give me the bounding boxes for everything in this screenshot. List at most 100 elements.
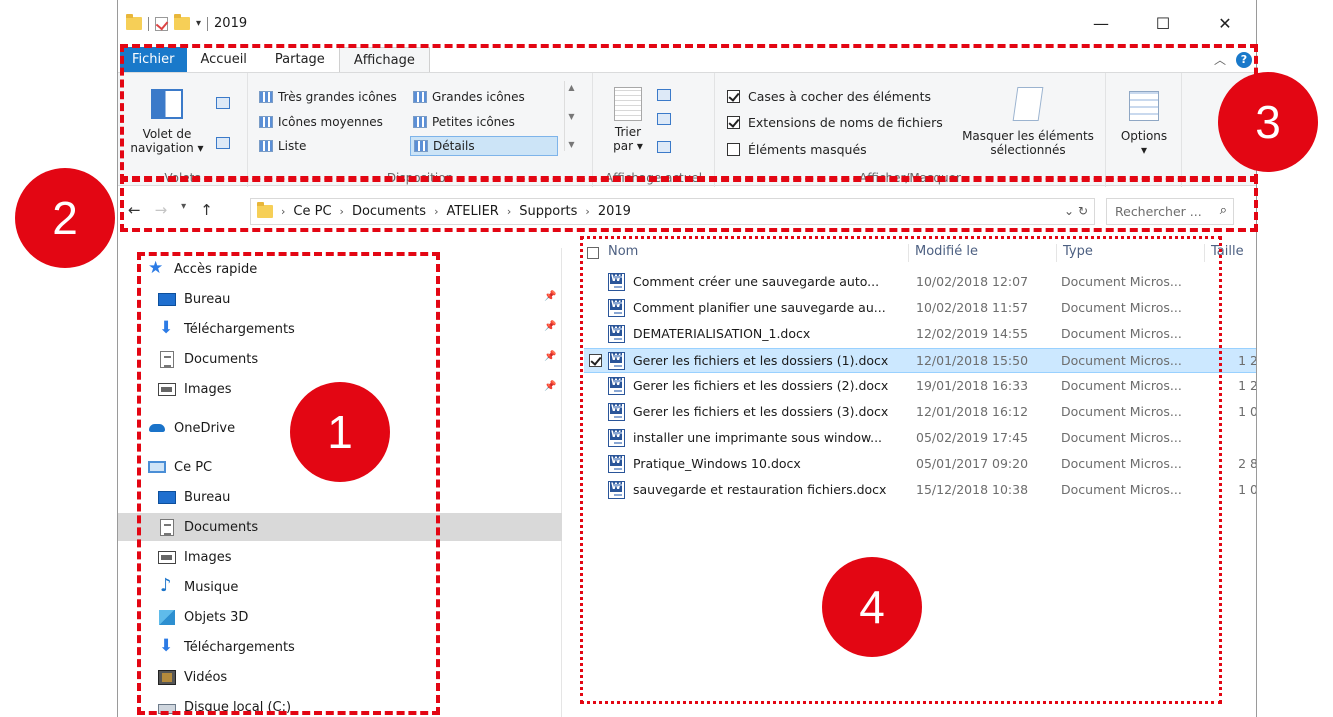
file-modified: 19/01/2018 16:33 bbox=[916, 378, 1029, 393]
breadcrumb-separator[interactable]: › bbox=[340, 205, 344, 218]
refresh-icon[interactable]: ↻ bbox=[1078, 204, 1088, 218]
tab-accueil[interactable]: Accueil bbox=[187, 47, 261, 72]
forward-arrow-icon[interactable]: → bbox=[155, 201, 168, 219]
nav-item[interactable]: Documents 📌 bbox=[118, 345, 562, 373]
recent-locations-icon[interactable]: ▾ bbox=[181, 201, 186, 219]
up-arrow-icon[interactable]: ↑ bbox=[200, 201, 213, 219]
file-extensions-toggle[interactable]: Extensions de noms de fichiers bbox=[727, 115, 943, 130]
nav-item[interactable]: Disque local (C:) bbox=[118, 693, 562, 717]
file-name: Gerer les fichiers et les dossiers (3).d… bbox=[633, 404, 889, 419]
search-input[interactable]: Rechercher ... ⌕ bbox=[1106, 198, 1234, 225]
chevron-down-icon[interactable]: ⌄ bbox=[1064, 204, 1074, 218]
group-by-icon[interactable] bbox=[657, 89, 671, 101]
table-row[interactable]: Gerer les fichiers et les dossiers (1).d… bbox=[584, 348, 1256, 373]
nav-item[interactable]: Vidéos bbox=[118, 663, 562, 691]
checkbox-unchecked[interactable] bbox=[727, 143, 740, 156]
nav-item[interactable]: Images bbox=[118, 543, 562, 571]
table-row[interactable]: sauvegarde et restauration fichiers.docx… bbox=[584, 478, 1257, 503]
table-row[interactable]: Gerer les fichiers et les dossiers (2).d… bbox=[584, 374, 1256, 399]
word-document-icon bbox=[608, 299, 625, 317]
file-name: Gerer les fichiers et les dossiers (1).d… bbox=[633, 353, 889, 368]
layout-gallery-scroll[interactable]: ▲ ▼ ▼ bbox=[564, 81, 578, 151]
breadcrumb-separator[interactable]: › bbox=[434, 205, 438, 218]
navigation-pane-button[interactable]: Volet de navigation ▾ bbox=[126, 89, 208, 155]
checkbox-label: Cases à cocher des éléments bbox=[748, 89, 931, 104]
preview-pane-icon[interactable] bbox=[216, 97, 230, 109]
properties-icon[interactable] bbox=[155, 16, 168, 31]
file-type: Document Micros... bbox=[1061, 482, 1182, 497]
breadcrumb-ce-pc[interactable]: Ce PC bbox=[293, 204, 331, 219]
nav-item[interactable]: Musique bbox=[118, 573, 562, 601]
table-row[interactable]: DEMATERIALISATION_1.docx 12/02/2019 14:55… bbox=[584, 322, 1256, 347]
chevron-down-icon[interactable]: ▼ bbox=[568, 112, 574, 121]
tab-partage[interactable]: Partage bbox=[261, 47, 339, 72]
size-columns-icon[interactable] bbox=[657, 141, 671, 153]
row-checkbox[interactable] bbox=[589, 354, 602, 367]
breadcrumb-separator[interactable]: › bbox=[585, 205, 589, 218]
download-icon bbox=[158, 318, 176, 338]
breadcrumb-atelier[interactable]: ATELIER bbox=[446, 204, 498, 219]
tab-affichage[interactable]: Affichage bbox=[338, 47, 430, 72]
file-size: 1 0 bbox=[1238, 482, 1257, 497]
column-header-modified[interactable]: Modifié le bbox=[908, 244, 1056, 262]
nav-item-label: Accès rapide bbox=[174, 261, 258, 277]
breadcrumb-supports[interactable]: Supports bbox=[519, 204, 577, 219]
hide-selected-items-button[interactable]: Masquer les éléments sélectionnés bbox=[955, 87, 1101, 157]
pin-icon[interactable]: 📌 bbox=[544, 351, 556, 362]
minimize-button[interactable]: — bbox=[1070, 8, 1132, 38]
tab-fichier[interactable]: Fichier bbox=[120, 47, 187, 72]
window-controls: — ☐ ✕ bbox=[1070, 8, 1256, 38]
column-header-size[interactable]: Taille bbox=[1204, 244, 1256, 262]
address-bar[interactable]: › Ce PC › Documents › ATELIER › Supports… bbox=[250, 198, 1095, 225]
nav-item[interactable]: Bureau 📌 bbox=[118, 285, 562, 313]
nav-item[interactable]: Objets 3D bbox=[118, 603, 562, 631]
pin-icon[interactable]: 📌 bbox=[544, 381, 556, 392]
details-pane-icon[interactable] bbox=[216, 137, 230, 149]
breadcrumb-separator[interactable]: › bbox=[281, 205, 285, 218]
nav-item[interactable]: Accès rapide bbox=[118, 255, 562, 283]
new-folder-icon[interactable] bbox=[174, 14, 190, 30]
select-all-checkbox[interactable] bbox=[587, 247, 599, 259]
file-name: Pratique_Windows 10.docx bbox=[633, 456, 801, 471]
pin-icon[interactable]: 📌 bbox=[544, 321, 556, 332]
back-arrow-icon[interactable]: ← bbox=[128, 201, 141, 219]
nav-item[interactable]: Téléchargements 📌 bbox=[118, 315, 562, 343]
customize-toolbar-icon[interactable]: ▾ bbox=[196, 18, 201, 29]
layout-large-icons[interactable]: Grandes icônes bbox=[410, 87, 528, 107]
search-icon[interactable]: ⌕ bbox=[1220, 203, 1227, 218]
nav-item[interactable]: Bureau bbox=[118, 483, 562, 511]
layout-small-icons[interactable]: Petites icônes bbox=[410, 112, 518, 132]
table-row[interactable]: installer une imprimante sous window... 0… bbox=[584, 426, 1256, 451]
maximize-button[interactable]: ☐ bbox=[1132, 8, 1194, 38]
close-button[interactable]: ✕ bbox=[1194, 8, 1256, 38]
group-label-afficher-masquer: Afficher/Masquer bbox=[859, 171, 961, 185]
pin-icon[interactable]: 📌 bbox=[544, 291, 556, 302]
table-row[interactable]: Comment planifier une sauvegarde au... 10… bbox=[584, 296, 1256, 321]
sort-by-button[interactable]: Trier par ▾ bbox=[607, 87, 649, 153]
minimize-ribbon-icon[interactable]: ︿ bbox=[1214, 51, 1226, 68]
hidden-items-toggle[interactable]: Éléments masqués bbox=[727, 142, 867, 157]
layout-list[interactable]: Liste bbox=[256, 136, 309, 156]
nav-item[interactable]: Téléchargements bbox=[118, 633, 562, 661]
table-row[interactable]: Gerer les fichiers et les dossiers (3).d… bbox=[584, 400, 1256, 425]
table-row[interactable]: Pratique_Windows 10.docx 05/01/2017 09:20… bbox=[584, 452, 1256, 477]
breadcrumb-documents[interactable]: Documents bbox=[352, 204, 426, 219]
help-icon[interactable]: ? bbox=[1236, 51, 1252, 68]
layout-extra-large-icons[interactable]: Très grandes icônes bbox=[256, 87, 400, 107]
checkbox-checked[interactable] bbox=[727, 116, 740, 129]
column-header-type[interactable]: Type bbox=[1056, 244, 1204, 262]
expand-gallery-icon[interactable]: ▼ bbox=[568, 140, 574, 149]
checkbox-checked[interactable] bbox=[727, 90, 740, 103]
layout-details[interactable]: Détails bbox=[410, 136, 558, 156]
column-header-name[interactable]: Nom bbox=[602, 244, 902, 262]
options-button[interactable]: Options ▾ bbox=[1114, 91, 1174, 157]
item-checkboxes-toggle[interactable]: Cases à cocher des éléments bbox=[727, 89, 931, 104]
file-modified: 12/01/2018 15:50 bbox=[916, 353, 1029, 368]
layout-medium-icons[interactable]: Icônes moyennes bbox=[256, 112, 386, 132]
breadcrumb-separator[interactable]: › bbox=[507, 205, 511, 218]
chevron-up-icon[interactable]: ▲ bbox=[568, 83, 574, 92]
table-row[interactable]: Comment créer une sauvegarde auto... 10/0… bbox=[584, 270, 1256, 295]
add-columns-icon[interactable] bbox=[657, 113, 671, 125]
nav-item[interactable]: Documents bbox=[118, 513, 562, 541]
breadcrumb-2019[interactable]: 2019 bbox=[598, 204, 631, 219]
